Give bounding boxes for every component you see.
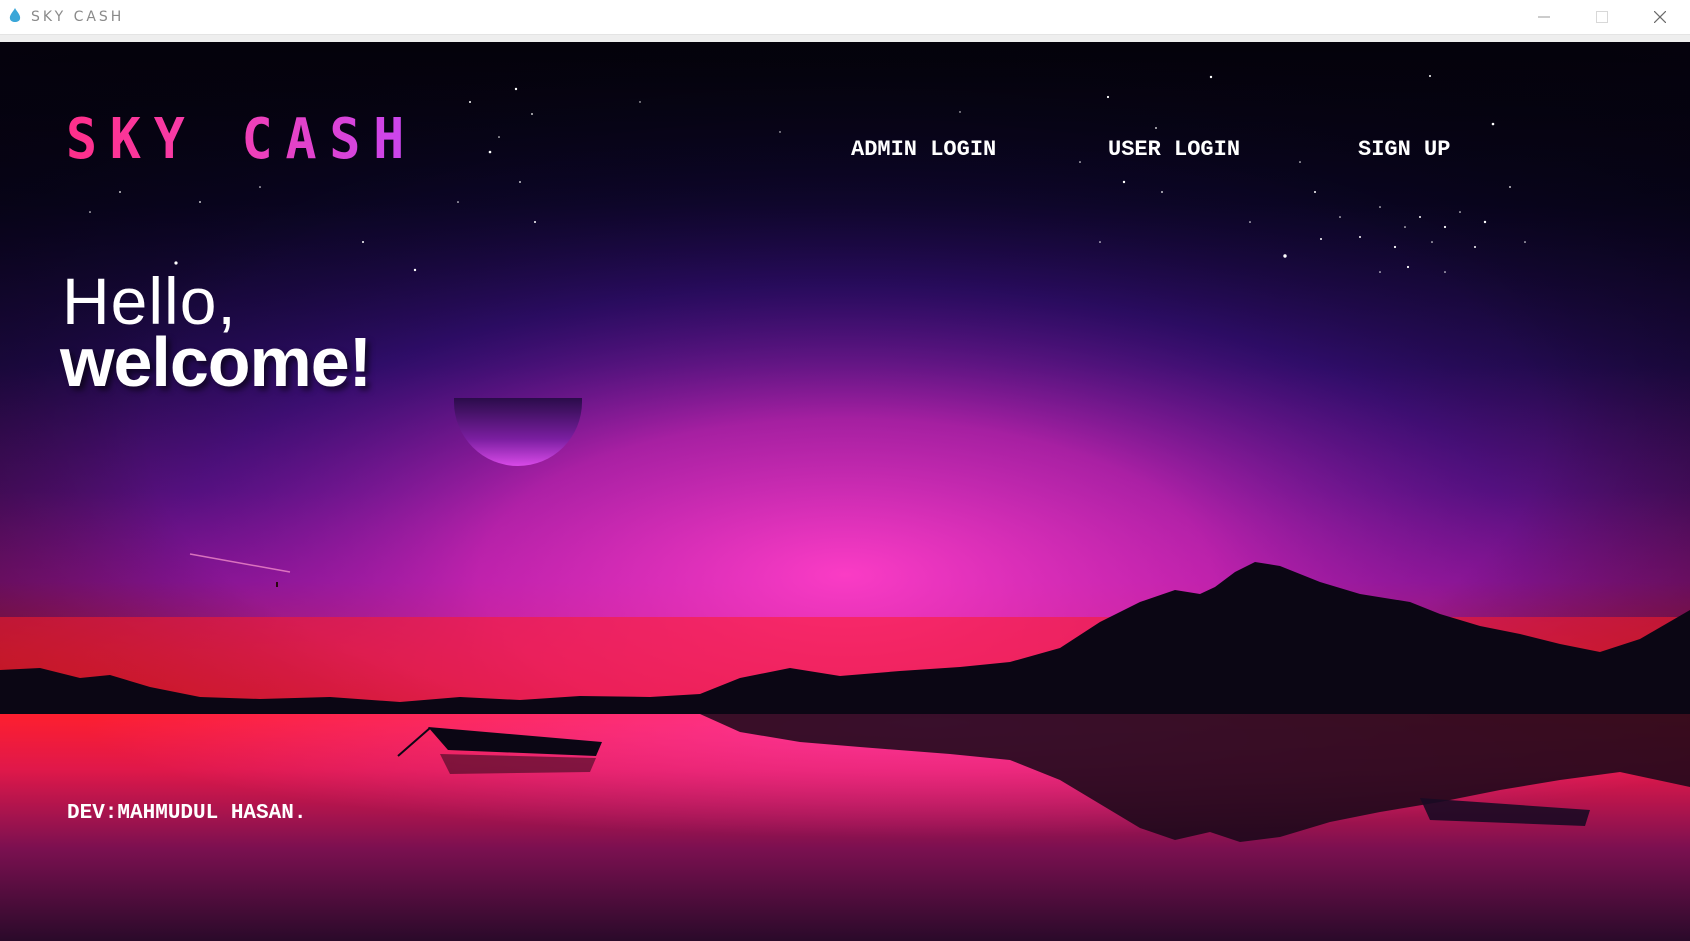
- welcome-screen: SKY CASH ADMIN LOGIN USER LOGIN SIGN UP …: [0, 42, 1690, 941]
- close-button[interactable]: [1631, 0, 1689, 34]
- maximize-icon: [1596, 11, 1608, 23]
- user-login-link[interactable]: USER LOGIN: [1108, 137, 1240, 162]
- close-icon: [1654, 11, 1666, 23]
- title-bar: SKY CASH: [0, 0, 1690, 35]
- sign-up-link[interactable]: SIGN UP: [1358, 137, 1450, 162]
- window-title: SKY CASH: [31, 9, 125, 25]
- welcome-heading: welcome!: [60, 323, 372, 401]
- maximize-button[interactable]: [1573, 0, 1631, 34]
- minimize-button[interactable]: [1515, 0, 1573, 34]
- app-logo: SKY CASH: [66, 107, 418, 172]
- window-border-strip: [0, 35, 1690, 42]
- minimize-icon: [1538, 16, 1550, 18]
- admin-login-link[interactable]: ADMIN LOGIN: [851, 137, 996, 162]
- app-drop-icon: [9, 8, 21, 22]
- developer-credit: DEV:MAHMUDUL HASAN.: [67, 802, 307, 825]
